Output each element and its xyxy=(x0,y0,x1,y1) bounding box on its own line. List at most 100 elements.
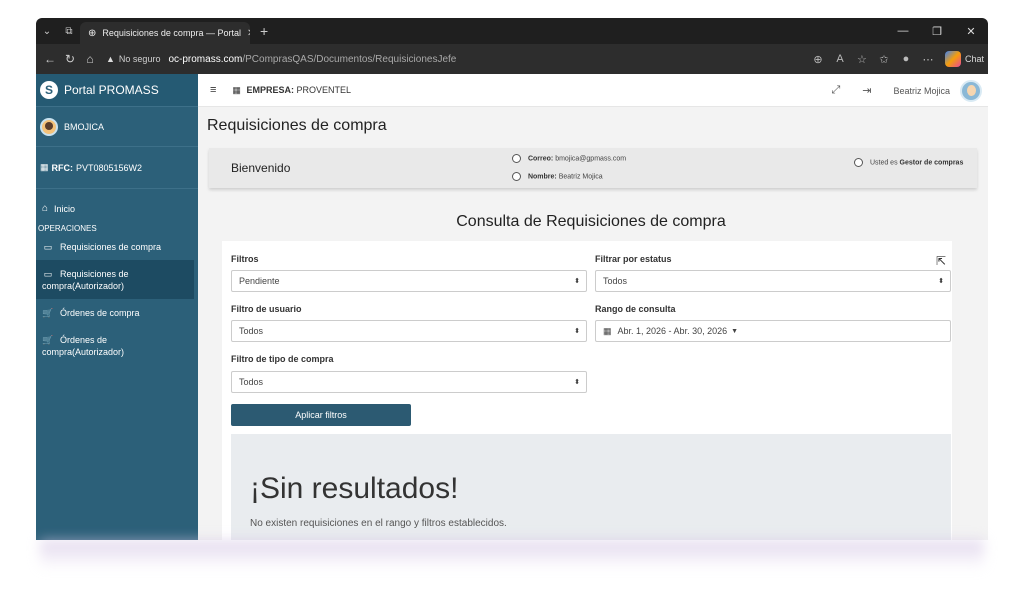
globe-icon: ⊕ xyxy=(88,27,97,39)
correo-row: Correo: bmojica@gpmass.com xyxy=(512,154,626,163)
empresa-info: ▦ EMPRESA: PROVENTEL xyxy=(232,85,351,96)
building-icon: ▦ xyxy=(232,84,241,95)
back-icon[interactable]: ← xyxy=(40,52,60,66)
chevron-down-icon[interactable]: ⌄ xyxy=(36,26,58,37)
empresa-label: EMPRESA: xyxy=(246,84,294,95)
sidebar-user: BMOJICA xyxy=(36,107,198,147)
empresa-value: PROVENTEL xyxy=(296,84,351,95)
empty-message: No existen requisiciones en el rango y f… xyxy=(250,518,507,529)
favorite-icon[interactable]: ☆ xyxy=(851,53,873,66)
rango-picker[interactable]: ▦ Abr. 1, 2026 - Abr. 30, 2026 ▼ xyxy=(595,320,951,342)
sidebar-item-ordenes[interactable]: 🛒 Órdenes de compra xyxy=(36,299,198,326)
calendar-icon: ▦ xyxy=(603,325,612,336)
fullscreen-icon[interactable]: ⤢ xyxy=(831,84,840,97)
card-icon: ▭ xyxy=(43,242,53,252)
browser-tab[interactable]: ⊕ Requisiciones de compra — Portal ✕ xyxy=(80,22,250,44)
mouse-cursor-icon: ⇱ xyxy=(936,254,947,268)
sidebar-item-inicio[interactable]: ⌂ Inicio xyxy=(36,189,198,214)
select-arrow-icon: ⬍ xyxy=(574,278,580,285)
tab-close-button[interactable]: ✕ xyxy=(241,28,250,39)
close-window-icon[interactable]: ✕ xyxy=(954,25,988,38)
url-host: oc-promass.com xyxy=(168,53,243,65)
filtros-select[interactable]: Pendiente ⬍ xyxy=(231,270,587,292)
tipo-value: Todos xyxy=(239,377,264,387)
radio-icon xyxy=(512,172,521,181)
building-icon: ▦ xyxy=(40,162,49,172)
radio-icon xyxy=(512,154,521,163)
url-field[interactable]: ▲ No seguro oc-promass.com /PComprasQAS/… xyxy=(106,54,456,65)
home-icon[interactable]: ⌂ xyxy=(80,52,100,66)
nombre-value: Beatriz Mojica xyxy=(558,173,603,181)
refresh-icon[interactable]: ↻ xyxy=(60,52,80,66)
rfc-value: PVT0805156W2 xyxy=(76,162,143,173)
address-bar: ← ↻ ⌂ ▲ No seguro oc-promass.com /PCompr… xyxy=(36,44,988,74)
browser-title-bar: ⌄ ⧉ ⊕ Requisiciones de compra — Portal ✕… xyxy=(36,18,988,44)
filtros-value: Pendiente xyxy=(239,276,280,286)
welcome-panel: Bienvenido Correo: bmojica@gpmass.com No… xyxy=(209,148,977,188)
apply-filters-button[interactable]: Aplicar filtros xyxy=(231,404,411,426)
browser-toolbar: ⊕ A ☆ ✩ ● ⋯ Chat xyxy=(807,44,988,74)
window-shadow xyxy=(40,540,984,570)
more-icon[interactable]: ⋯ xyxy=(917,53,939,66)
usuario-label: Filtro de usuario xyxy=(231,304,302,314)
extension-icon[interactable]: ● xyxy=(895,53,917,65)
correo-label: Correo: xyxy=(527,155,554,163)
page-title: Requisiciones de compra xyxy=(207,117,387,134)
chat-button[interactable]: Chat xyxy=(965,54,988,64)
sidebar-item-requisiciones-autorizador[interactable]: ▭ Requisiciones de compra(Autorizador) xyxy=(36,260,194,299)
topbar-user-name[interactable]: Beatriz Mojica xyxy=(893,86,950,96)
sidebar-item-label: Requisiciones de compra xyxy=(60,242,162,252)
tab-actions-icon[interactable]: ⧉ xyxy=(58,26,80,37)
filters-card: Filtros Pendiente ⬍ Filtrar por estatus … xyxy=(222,241,952,540)
sidebar-section-label: OPERACIONES xyxy=(38,224,97,233)
not-secure-label: No seguro xyxy=(118,54,161,64)
minimize-icon[interactable]: — xyxy=(886,25,920,37)
role-prefix: Usted es xyxy=(869,159,898,167)
app: S Portal PROMASS BMOJICA ▦ RFC: PVT08051… xyxy=(36,74,988,540)
logout-icon[interactable]: ⇥ xyxy=(862,84,871,97)
url-path: /PComprasQAS/Documentos/RequisicionesJef… xyxy=(242,53,457,65)
zoom-icon[interactable]: ⊕ xyxy=(807,53,829,66)
home-icon: ⌂ xyxy=(42,203,49,214)
nombre-row: Nombre: Beatriz Mojica xyxy=(512,172,603,181)
rfc-label: RFC: xyxy=(51,162,74,173)
brand[interactable]: S Portal PROMASS xyxy=(36,74,198,107)
favorites-icon[interactable]: ✩ xyxy=(873,53,895,66)
radio-icon xyxy=(854,158,863,167)
warning-icon[interactable]: ▲ xyxy=(106,54,115,64)
usuario-value: Todos xyxy=(239,326,264,336)
welcome-text: Bienvenido xyxy=(231,161,291,175)
role-value: Gestor de compras xyxy=(899,159,964,167)
usuario-select[interactable]: Todos ⬍ xyxy=(231,320,587,342)
estatus-value: Todos xyxy=(603,276,628,286)
menu-icon[interactable]: ≡ xyxy=(210,84,216,96)
restore-icon[interactable]: ❐ xyxy=(920,25,954,38)
role-row: Usted es Gestor de compras xyxy=(854,158,963,167)
rango-value: Abr. 1, 2026 - Abr. 30, 2026 xyxy=(617,326,728,336)
tipo-select[interactable]: Todos ⬍ xyxy=(231,371,587,393)
main-content: ≡ ▦ EMPRESA: PROVENTEL ⤢ ⇥ Beatriz Mojic… xyxy=(198,74,988,540)
cart-icon: 🛒 xyxy=(42,308,54,318)
sidebar-item-label-line2: compra(Autorizador) xyxy=(42,347,125,357)
rfc-info: ▦ RFC: PVT0805156W2 xyxy=(36,147,198,189)
window-controls: — ❐ ✕ xyxy=(886,18,988,44)
tipo-label: Filtro de tipo de compra xyxy=(231,354,334,364)
select-arrow-icon: ⬍ xyxy=(574,328,580,335)
copilot-icon[interactable] xyxy=(944,51,961,67)
empty-title: ¡Sin resultados! xyxy=(250,472,459,505)
empty-results-panel: ¡Sin resultados! No existen requisicione… xyxy=(231,434,951,540)
tab-title: Requisiciones de compra — Portal xyxy=(102,28,241,38)
avatar[interactable] xyxy=(960,79,982,102)
read-aloud-icon[interactable]: A xyxy=(829,53,851,65)
new-tab-button[interactable]: + xyxy=(260,23,268,39)
avatar xyxy=(40,117,58,136)
select-arrow-icon: ⬍ xyxy=(938,278,944,285)
nombre-label: Nombre: xyxy=(527,173,557,181)
estatus-label: Filtrar por estatus xyxy=(595,254,672,264)
sidebar-item-ordenes-autorizador[interactable]: 🛒 Órdenes de compra(Autorizador) xyxy=(36,326,198,365)
user-name: BMOJICA xyxy=(64,121,105,132)
filtros-label: Filtros xyxy=(231,254,259,264)
sidebar-item-requisiciones[interactable]: ▭ Requisiciones de compra xyxy=(36,233,198,260)
estatus-select[interactable]: Todos ⬍ xyxy=(595,270,951,292)
topbar-actions: ⤢ ⇥ Beatriz Mojica xyxy=(831,74,982,107)
